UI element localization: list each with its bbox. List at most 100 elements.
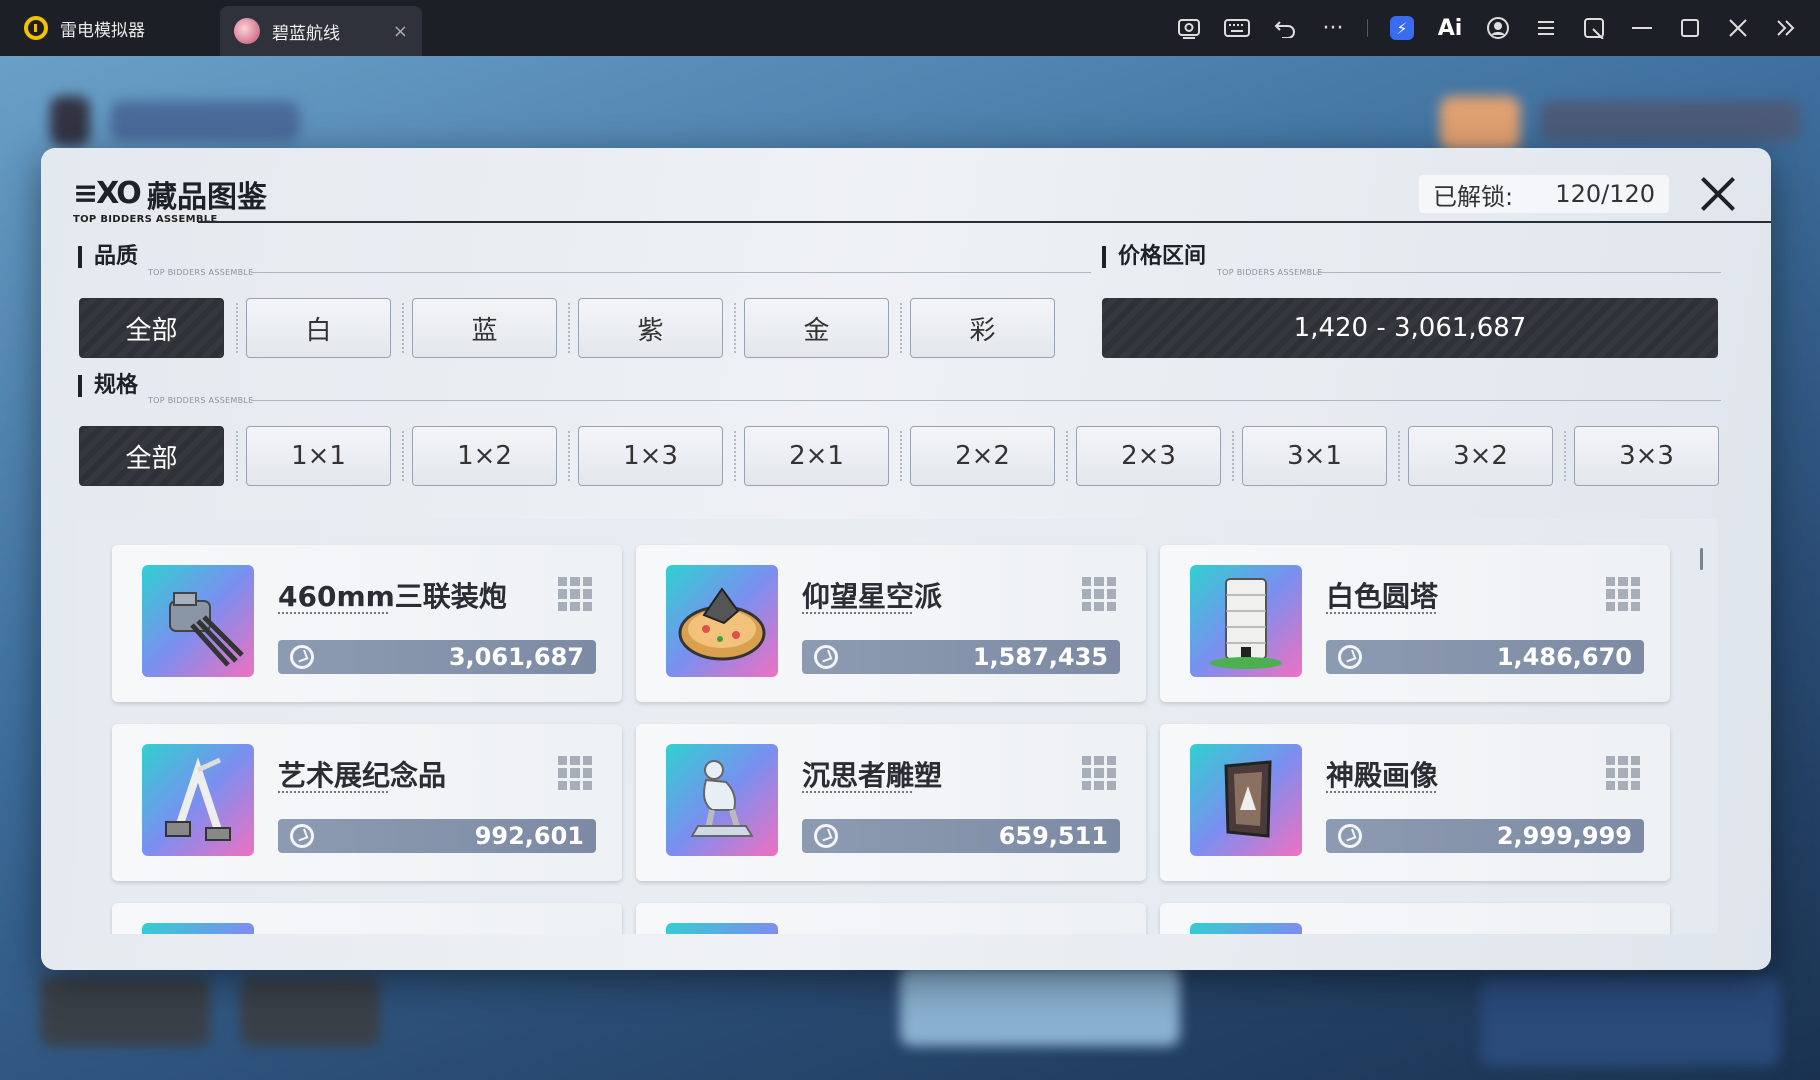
- items-grid[interactable]: 460mm三联装炮 3,061,687 仰望星空派 1,587,435 白色圆塔…: [78, 519, 1718, 934]
- spec-section-tag: TOP BIDDERS ASSEMBLE: [148, 396, 254, 405]
- minimize-icon[interactable]: [1618, 0, 1666, 56]
- bolt-icon[interactable]: ⚡: [1378, 0, 1426, 56]
- spec-section-title: 规格: [78, 375, 138, 397]
- button-divider: [1066, 431, 1068, 481]
- item-card[interactable]: 沉思者雕塑 659,511: [636, 724, 1146, 881]
- keyboard-icon[interactable]: [1213, 0, 1261, 56]
- brand-logo: ≡XO: [73, 176, 142, 211]
- quality-option-rainbow[interactable]: 彩: [910, 298, 1055, 358]
- item-price-bar: 1,587,435: [802, 640, 1120, 674]
- item-card[interactable]: 460mm三联装炮 3,061,687: [112, 545, 622, 702]
- grid-scrollbar[interactable]: [1700, 548, 1703, 570]
- item-thumbnail: [142, 923, 254, 934]
- corner-blur: [1480, 976, 1780, 1066]
- spec-option-3x3[interactable]: 3×3: [1574, 426, 1719, 486]
- item-thumbnail: [1190, 923, 1302, 934]
- item-card[interactable]: 白色圆塔 1,486,670: [1160, 545, 1670, 702]
- maximize-icon[interactable]: [1666, 0, 1714, 56]
- spec-option-1x2[interactable]: 1×2: [412, 426, 557, 486]
- item-price: 1,486,670: [1496, 643, 1632, 671]
- thinker-statue-icon: [666, 744, 778, 856]
- button-divider: [734, 431, 736, 481]
- item-subtitle-decoration: [1326, 791, 1436, 793]
- quality-option-purple[interactable]: 紫: [578, 298, 723, 358]
- collection-codex-modal: ≡XO 藏品图鉴 TOP BIDDERS ASSEMBLE 已解锁: 120/1…: [41, 148, 1771, 970]
- bottom-button-blur: [40, 976, 210, 1046]
- screenshot-icon[interactable]: [1165, 0, 1213, 56]
- button-divider: [236, 431, 238, 481]
- item-card-partial[interactable]: [636, 903, 1146, 934]
- spec-option-2x3[interactable]: 2×3: [1076, 426, 1221, 486]
- button-divider: [402, 303, 404, 353]
- close-icon[interactable]: [1714, 0, 1762, 56]
- item-price-bar: 992,601: [278, 819, 596, 853]
- item-card[interactable]: 艺术展纪念品 992,601: [112, 724, 622, 881]
- price-range-button[interactable]: 1,420 - 3,061,687: [1102, 298, 1718, 358]
- price-range-section-tag: TOP BIDDERS ASSEMBLE: [1217, 268, 1323, 277]
- price-range-section-line: [1316, 272, 1721, 273]
- item-name: 沉思者雕塑: [802, 759, 943, 792]
- coin-icon: [1338, 645, 1362, 669]
- spec-option-1x1[interactable]: 1×1: [246, 426, 391, 486]
- modal-close-button[interactable]: [1696, 172, 1740, 216]
- item-name: 仰望星空派: [802, 580, 943, 613]
- tab-game[interactable]: 碧蓝航线 ×: [220, 6, 422, 56]
- bottom-button-blur-2: [240, 976, 380, 1046]
- item-price: 659,511: [998, 822, 1108, 850]
- spec-section-line: [251, 400, 1721, 401]
- quality-section-title: 品质: [78, 246, 138, 268]
- item-price: 3,061,687: [448, 643, 584, 671]
- coin-icon: [1338, 824, 1362, 848]
- avatar-blur: [1440, 96, 1520, 151]
- more-icon[interactable]: ···: [1309, 0, 1357, 56]
- spec-option-all[interactable]: 全部: [79, 426, 224, 486]
- item-subtitle-decoration: [278, 791, 388, 793]
- item-card[interactable]: 仰望星空派 1,587,435: [636, 545, 1146, 702]
- grid-size-icon: [558, 577, 592, 611]
- quality-section-tag: TOP BIDDERS ASSEMBLE: [148, 268, 254, 277]
- popout-icon[interactable]: [1570, 0, 1618, 56]
- item-price-bar: 3,061,687: [278, 640, 596, 674]
- header-divider: [198, 221, 1771, 223]
- expand-icon[interactable]: [1762, 0, 1810, 56]
- emulator-logo-icon: [24, 16, 48, 40]
- item-subtitle-decoration: [1326, 612, 1436, 614]
- spec-option-2x2[interactable]: 2×2: [910, 426, 1055, 486]
- tower-icon: [1190, 565, 1302, 677]
- button-divider: [734, 303, 736, 353]
- modal-subtitle: TOP BIDDERS ASSEMBLE: [73, 214, 218, 225]
- quality-option-white[interactable]: 白: [246, 298, 391, 358]
- item-name: 白色圆塔: [1326, 580, 1439, 613]
- account-icon[interactable]: [1474, 0, 1522, 56]
- menu-icon[interactable]: [1522, 0, 1570, 56]
- tab-close-icon[interactable]: ×: [393, 21, 408, 42]
- unlocked-value: 120/120: [1555, 180, 1655, 208]
- button-divider: [900, 303, 902, 353]
- emulator-app-name: 雷电模拟器: [60, 20, 145, 41]
- item-price-bar: 659,511: [802, 819, 1120, 853]
- spec-option-1x3[interactable]: 1×3: [578, 426, 723, 486]
- item-name: 神殿画像: [1326, 759, 1439, 792]
- undo-icon[interactable]: [1261, 0, 1309, 56]
- item-name: 460mm三联装炮: [278, 580, 507, 613]
- button-divider: [236, 303, 238, 353]
- spec-option-3x1[interactable]: 3×1: [1242, 426, 1387, 486]
- quality-option-blue[interactable]: 蓝: [412, 298, 557, 358]
- ai-icon[interactable]: Ai: [1426, 0, 1474, 56]
- ship-blur: [900, 966, 1180, 1046]
- quality-option-gold[interactable]: 金: [744, 298, 889, 358]
- item-card-partial[interactable]: [112, 903, 622, 934]
- coin-icon: [290, 824, 314, 848]
- item-price-bar: 2,999,999: [1326, 819, 1644, 853]
- tab-title: 碧蓝航线: [272, 23, 340, 44]
- item-price-bar: 1,486,670: [1326, 640, 1644, 674]
- quality-option-all[interactable]: 全部: [79, 298, 224, 358]
- spec-option-3x2[interactable]: 3×2: [1408, 426, 1553, 486]
- grid-size-icon: [1606, 756, 1640, 790]
- spec-option-2x1[interactable]: 2×1: [744, 426, 889, 486]
- grid-size-icon: [1606, 577, 1640, 611]
- item-card-partial[interactable]: [1160, 903, 1670, 934]
- painting-icon: [1190, 744, 1302, 856]
- item-card[interactable]: 神殿画像 2,999,999: [1160, 724, 1670, 881]
- grid-size-icon: [1082, 756, 1116, 790]
